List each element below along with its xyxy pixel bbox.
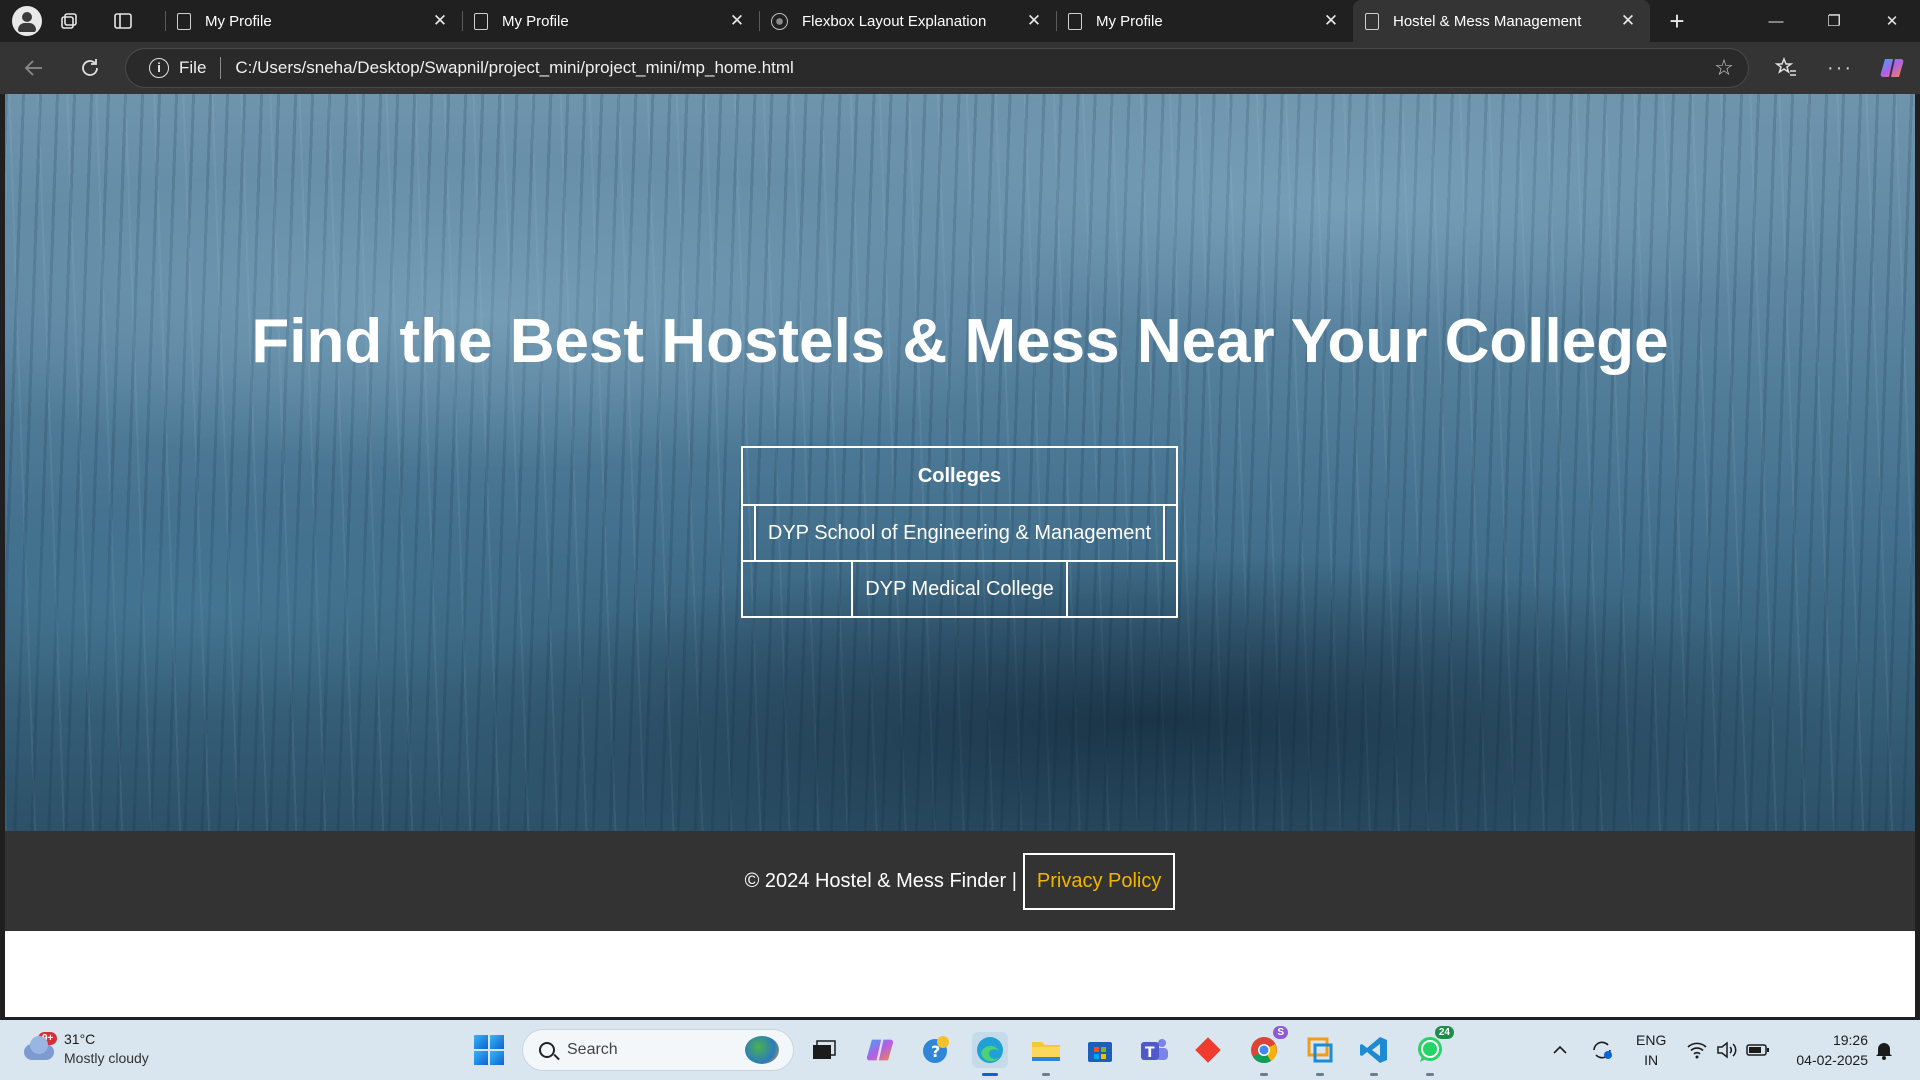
close-icon[interactable]: ✕	[1024, 11, 1044, 31]
profile-badge: S	[1273, 1026, 1288, 1039]
colleges-box: Colleges DYP School of Engineering & Man…	[741, 446, 1178, 618]
weather-condition: Mostly cloudy	[64, 1050, 149, 1066]
tab-title: My Profile	[205, 12, 272, 30]
taskbar: 9+ 31°C Mostly cloudy Search ? T S 24 EN…	[0, 1020, 1920, 1080]
globe-icon	[771, 12, 788, 30]
cloudy-weather-icon: 9+	[20, 1032, 58, 1062]
chrome-icon[interactable]: S	[1246, 1026, 1288, 1076]
tab-flexbox-layout[interactable]: Flexbox Layout Explanation ✕	[759, 0, 1056, 42]
page-icon	[1365, 12, 1379, 30]
vertical-tabs-icon[interactable]	[102, 0, 144, 42]
hero-section: Find the Best Hostels & Mess Near Your C…	[5, 94, 1915, 831]
page-icon	[177, 12, 191, 30]
remote-desktop-icon[interactable]	[1302, 1032, 1338, 1076]
system-clock[interactable]: 19:26 04-02-2025	[1796, 1030, 1868, 1070]
profile-icon[interactable]	[6, 0, 48, 42]
tab-my-profile-1[interactable]: My Profile ✕	[165, 0, 462, 42]
svg-text:T: T	[1145, 1045, 1155, 1061]
more-options-icon[interactable]: ···	[1820, 48, 1860, 88]
address-bar[interactable]: i File C:/Users/sneha/Desktop/Swapnil/pr…	[125, 48, 1749, 88]
copilot-icon[interactable]	[1872, 48, 1912, 88]
git-app-icon[interactable]	[1190, 1032, 1226, 1068]
workspaces-icon[interactable]	[48, 0, 90, 42]
battery-icon[interactable]	[1746, 1020, 1770, 1080]
search-icon	[539, 1042, 555, 1058]
windows-start-icon[interactable]	[474, 1035, 504, 1065]
tab-title: Flexbox Layout Explanation	[802, 12, 987, 30]
close-window-button[interactable]: ✕	[1864, 0, 1920, 42]
task-view-icon[interactable]	[806, 1032, 842, 1068]
clock-date: 04-02-2025	[1796, 1052, 1868, 1068]
vscode-icon[interactable]	[1356, 1032, 1392, 1076]
college-link-medical[interactable]: DYP Medical College	[851, 561, 1068, 617]
tab-title: Hostel & Mess Management	[1393, 12, 1582, 30]
close-icon[interactable]: ✕	[727, 11, 747, 31]
tips-app-icon[interactable]: ?	[918, 1032, 954, 1068]
minimize-button[interactable]: —	[1748, 0, 1804, 42]
teams-icon[interactable]: T	[1136, 1032, 1172, 1068]
search-highlight-icon	[745, 1036, 779, 1064]
scheme-label: File	[179, 58, 207, 77]
copilot-app-icon[interactable]	[862, 1032, 898, 1068]
weather-temperature: 31°C	[64, 1031, 96, 1047]
restore-button[interactable]: ❐	[1806, 0, 1862, 42]
clock-time: 19:26	[1832, 1032, 1868, 1048]
browser-tab-strip: My Profile ✕ My Profile ✕ Flexbox Layout…	[0, 0, 1920, 42]
whatsapp-icon[interactable]: 24	[1412, 1026, 1454, 1076]
page-footer: © 2024 Hostel & Mess Finder | Privacy Po…	[5, 831, 1915, 931]
notification-badge: 9+	[38, 1032, 58, 1045]
copyright-text: © 2024 Hostel & Mess Finder |	[744, 869, 1017, 892]
address-divider	[220, 57, 222, 79]
favorites-icon[interactable]	[1766, 48, 1806, 88]
colleges-heading-row: Colleges	[743, 448, 1176, 504]
tab-title: My Profile	[1096, 12, 1163, 30]
college-link-engineering[interactable]: DYP School of Engineering & Management	[753, 505, 1166, 561]
url-text[interactable]: C:/Users/sneha/Desktop/Swapnil/project_m…	[235, 58, 1704, 78]
tab-title: My Profile	[502, 12, 569, 30]
page-viewport: Find the Best Hostels & Mess Near Your C…	[5, 94, 1915, 1017]
tab-my-profile-2[interactable]: My Profile ✕	[462, 0, 759, 42]
microsoft-store-icon[interactable]	[1082, 1032, 1118, 1068]
edge-browser-icon[interactable]	[972, 1032, 1008, 1076]
page-title: Find the Best Hostels & Mess Near Your C…	[251, 307, 1669, 376]
language-line-1: ENG	[1636, 1032, 1667, 1048]
notification-bell-icon[interactable]	[1874, 1020, 1894, 1080]
page-icon	[1068, 12, 1082, 30]
tab-my-profile-3[interactable]: My Profile ✕	[1056, 0, 1353, 42]
colleges-heading: Colleges	[917, 464, 1002, 487]
sync-icon[interactable]	[1590, 1020, 1614, 1080]
browser-toolbar: i File C:/Users/sneha/Desktop/Swapnil/pr…	[0, 42, 1920, 94]
page-icon	[474, 12, 488, 30]
site-info-icon[interactable]: i	[149, 58, 169, 78]
tab-hostel-mess-management[interactable]: Hostel & Mess Management ✕	[1353, 0, 1650, 42]
refresh-button[interactable]	[70, 48, 110, 88]
taskbar-search[interactable]: Search	[522, 1029, 794, 1071]
wifi-icon[interactable]	[1686, 1020, 1708, 1080]
show-hidden-icons[interactable]	[1552, 1020, 1568, 1080]
close-icon[interactable]: ✕	[1618, 11, 1638, 31]
language-indicator[interactable]: ENG IN	[1636, 1030, 1666, 1070]
close-icon[interactable]: ✕	[430, 11, 450, 31]
close-icon[interactable]: ✕	[1321, 11, 1341, 31]
college-row: DYP School of Engineering & Management	[743, 504, 1176, 561]
unread-badge: 24	[1434, 1026, 1454, 1039]
back-button[interactable]	[14, 48, 54, 88]
file-explorer-icon[interactable]	[1028, 1032, 1064, 1076]
volume-icon[interactable]	[1716, 1020, 1738, 1080]
favorite-star-icon[interactable]: ☆	[1704, 55, 1744, 81]
weather-widget[interactable]: 9+ 31°C Mostly cloudy	[20, 1030, 149, 1068]
language-line-2: IN	[1644, 1052, 1659, 1068]
privacy-policy-link[interactable]: Privacy Policy	[1022, 852, 1176, 910]
college-row: DYP Medical College	[743, 560, 1176, 617]
search-placeholder: Search	[567, 1041, 618, 1058]
new-tab-button[interactable]: +	[1660, 0, 1694, 42]
svg-text:?: ?	[931, 1042, 940, 1061]
